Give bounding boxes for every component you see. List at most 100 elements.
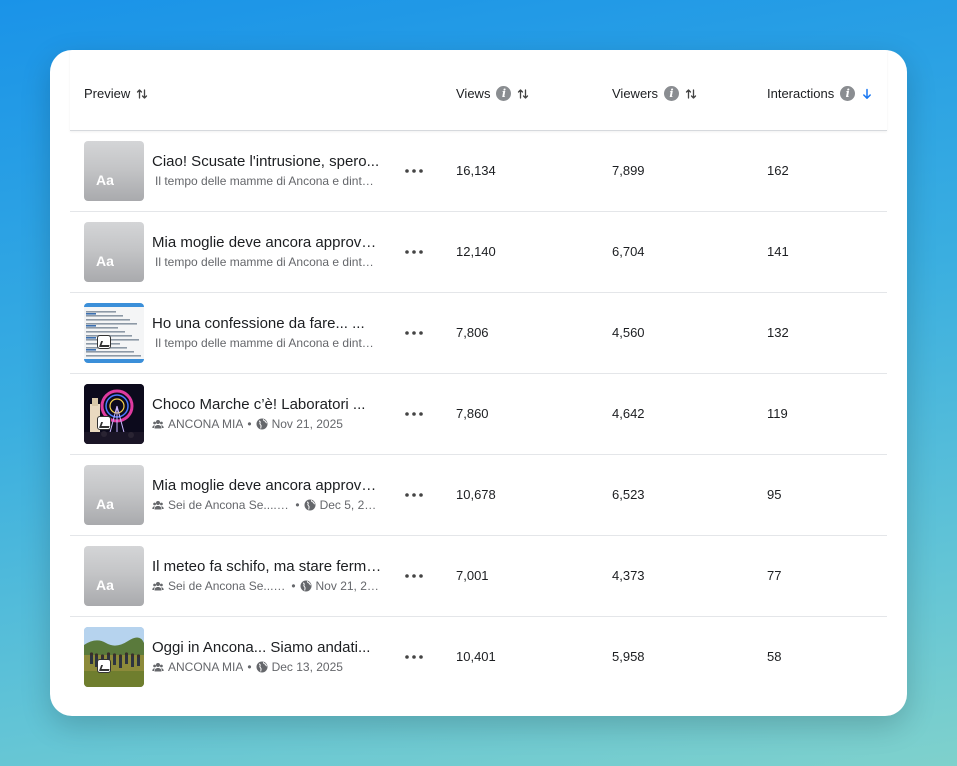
info-icon[interactable]: i	[840, 86, 856, 101]
text-post-label: Aa	[96, 577, 114, 593]
table-body: Aa Ciao! Scusate l'intrusione, spero... …	[70, 131, 887, 697]
post-date: Nov 21, 2025	[271, 417, 343, 431]
more-options-icon	[405, 655, 423, 659]
column-views-label: Views	[456, 86, 491, 101]
column-views-header[interactable]: Views i	[456, 86, 529, 101]
post-title[interactable]: Choco Marche c’è! Laboratori ...	[152, 396, 382, 413]
viewers-value: 5,958	[612, 649, 645, 664]
table-row[interactable]: Aa Il meteo fa schifo, ma stare fermi...…	[70, 536, 887, 617]
more-options-button[interactable]	[404, 647, 424, 667]
views-value: 7,860	[456, 406, 489, 421]
views-value: 12,140	[456, 244, 496, 259]
globe-icon	[256, 661, 268, 673]
image-post-thumbnail[interactable]	[84, 303, 144, 363]
group-icon	[152, 663, 164, 672]
interactions-value: 58	[767, 649, 782, 664]
more-options-icon	[405, 574, 423, 578]
text-post-label: Aa	[96, 253, 114, 269]
interactions-value: 141	[767, 244, 789, 259]
group-name[interactable]: Sei de Ancona Se...........	[168, 579, 287, 593]
interactions-value: 162	[767, 163, 789, 178]
more-options-icon	[405, 412, 423, 416]
globe-icon	[304, 499, 316, 511]
table-row[interactable]: Aa Ciao! Scusate l'intrusione, spero... …	[70, 131, 887, 212]
group-icon	[152, 501, 164, 510]
more-options-button[interactable]	[404, 404, 424, 424]
post-audience: Il tempo delle mamme di Ancona e dintorn…	[152, 336, 380, 350]
viewers-value: 4,560	[612, 325, 645, 340]
column-viewers-header[interactable]: Viewers i	[612, 86, 697, 101]
park-crowd-image	[84, 627, 144, 687]
more-options-button[interactable]	[404, 242, 424, 262]
text-post-thumbnail[interactable]: Aa	[84, 141, 144, 201]
more-options-button[interactable]	[404, 485, 424, 505]
post-title[interactable]: Mia moglie deve ancora approvare...	[152, 477, 382, 494]
more-options-icon	[405, 493, 423, 497]
sort-descending-icon[interactable]	[861, 88, 873, 100]
sort-both-icon[interactable]	[685, 88, 697, 100]
viewers-value: 4,642	[612, 406, 645, 421]
post-title[interactable]: Ho una confessione da fare... ...	[152, 315, 382, 332]
table-row[interactable]: Aa Mia moglie deve ancora approvare... I…	[70, 212, 887, 293]
post-title[interactable]: Oggi in Ancona... Siamo andati...	[152, 639, 382, 656]
separator-dot: •	[291, 579, 296, 593]
more-options-button[interactable]	[404, 161, 424, 181]
audience-name: Il tempo delle mamme di Ancona e dintorn…	[155, 336, 380, 350]
image-post-thumbnail[interactable]	[84, 627, 144, 687]
post-title[interactable]: Mia moglie deve ancora approvare...	[152, 234, 382, 251]
globe-icon	[300, 580, 312, 592]
table-row[interactable]: Aa Mia moglie deve ancora approvare... S…	[70, 455, 887, 536]
text-post-thumbnail[interactable]: Aa	[84, 465, 144, 525]
audience-name: Il tempo delle mamme di Ancona e dintorn…	[155, 255, 380, 269]
table-row[interactable]: Ho una confessione da fare... ... Il tem…	[70, 293, 887, 374]
views-value: 16,134	[456, 163, 496, 178]
views-value: 7,001	[456, 568, 489, 583]
post-audience: Sei de Ancona Se........... • Nov 21, 20…	[152, 579, 380, 593]
views-value: 7,806	[456, 325, 489, 340]
group-icon	[152, 420, 164, 429]
interactions-value: 132	[767, 325, 789, 340]
post-date: Dec 5, 2025	[319, 498, 380, 512]
post-audience: ANCONA MIA • Dec 13, 2025	[152, 660, 380, 674]
photo-badge-icon	[97, 416, 111, 430]
viewers-value: 6,704	[612, 244, 645, 259]
interactions-value: 119	[767, 406, 788, 421]
table-header: Preview Views i Viewers i Interactions i	[70, 50, 887, 131]
post-date: Dec 13, 2025	[271, 660, 343, 674]
photo-badge-icon	[97, 659, 111, 673]
table-row[interactable]: Oggi in Ancona... Siamo andati... ANCONA…	[70, 617, 887, 697]
group-icon	[152, 582, 164, 591]
column-viewers-label: Viewers	[612, 86, 659, 101]
separator-dot: •	[247, 660, 252, 674]
more-options-button[interactable]	[404, 566, 424, 586]
image-post-thumbnail[interactable]	[84, 384, 144, 444]
views-value: 10,401	[456, 649, 496, 664]
column-preview-header[interactable]: Preview	[84, 86, 148, 101]
separator-dot: •	[247, 417, 252, 431]
column-interactions-header[interactable]: Interactions i	[767, 86, 873, 101]
info-icon[interactable]: i	[664, 86, 680, 101]
audience-name: Il tempo delle mamme di Ancona e dintorn…	[155, 174, 380, 188]
group-name[interactable]: ANCONA MIA	[168, 660, 243, 674]
table-row[interactable]: Choco Marche c’è! Laboratori ... ANCONA …	[70, 374, 887, 455]
post-title[interactable]: Ciao! Scusate l'intrusione, spero...	[152, 153, 382, 170]
more-options-icon	[405, 250, 423, 254]
text-post-label: Aa	[96, 496, 114, 512]
info-icon[interactable]: i	[496, 86, 512, 101]
text-post-thumbnail[interactable]: Aa	[84, 546, 144, 606]
group-name[interactable]: Sei de Ancona Se...........	[168, 498, 291, 512]
post-date: Nov 21, 2025	[315, 579, 380, 593]
post-title[interactable]: Il meteo fa schifo, ma stare fermi...	[152, 558, 382, 575]
viewers-value: 7,899	[612, 163, 645, 178]
sort-both-icon[interactable]	[136, 88, 148, 100]
text-post-label: Aa	[96, 172, 114, 188]
interactions-value: 77	[767, 568, 782, 583]
text-post-thumbnail[interactable]: Aa	[84, 222, 144, 282]
viewers-value: 6,523	[612, 487, 645, 502]
sort-both-icon[interactable]	[517, 88, 529, 100]
more-options-button[interactable]	[404, 323, 424, 343]
more-options-icon	[405, 331, 423, 335]
group-name[interactable]: ANCONA MIA	[168, 417, 243, 431]
ferris-wheel-image	[84, 384, 144, 444]
globe-icon	[256, 418, 268, 430]
